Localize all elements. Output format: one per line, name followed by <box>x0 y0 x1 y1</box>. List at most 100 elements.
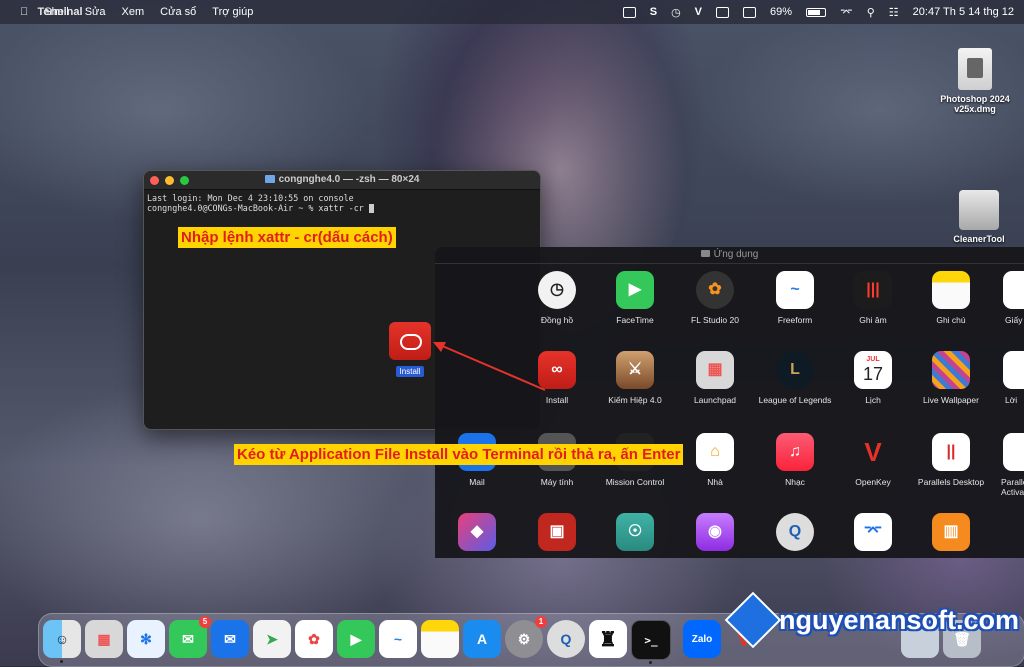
folder-icon <box>700 250 710 257</box>
app-label: Parallels Desktop <box>917 477 985 487</box>
gamepad-icon: ☉ <box>616 513 654 551</box>
fl-studio-icon: ✿ <box>696 271 734 309</box>
applications-folder-window[interactable]: Ứng dụng ◷ Đồng hồ ▶ FaceTime ✿ FL Studi… <box>435 247 1024 558</box>
app-label: Kiếm Hiệp 4.0 <box>608 395 662 405</box>
launchpad-icon[interactable]: ▦ <box>85 620 123 658</box>
app-install[interactable]: ∞ Install <box>517 351 597 405</box>
terminal-prompt-line: congnghe4.0@CONGs-MacBook-Air ~ % xattr … <box>147 203 537 213</box>
app-fl-studio[interactable]: ✿ FL Studio 20 <box>675 271 755 325</box>
parallels-icon: || <box>932 433 970 471</box>
books-icon: ▥ <box>932 513 970 551</box>
menu-app-terminal[interactable]: Terminal <box>12 0 108 24</box>
display-icon[interactable] <box>622 6 636 18</box>
folder-icon <box>264 175 275 184</box>
v-app-icon[interactable]: V <box>695 6 702 18</box>
app-label: Giấy <box>1005 315 1023 325</box>
settings-badge: 1 <box>535 616 547 628</box>
terminal-icon[interactable]: >_ <box>631 620 671 664</box>
app-label: Mail <box>469 477 485 487</box>
search-icon[interactable]: ⚲ <box>867 6 875 19</box>
watermark-text: nguyenansoft.com <box>779 604 1020 635</box>
menu-view[interactable]: Xem <box>114 0 153 24</box>
window-icon[interactable] <box>743 6 757 18</box>
notes-icon[interactable] <box>421 620 459 658</box>
battery-percent[interactable]: 69% <box>770 6 792 18</box>
terminal-titlebar[interactable]: congnghe4.0 — -zsh — 80×24 <box>144 171 540 190</box>
system-settings-icon[interactable]: ⚙ 1 <box>505 616 547 658</box>
app-label: Nhạc <box>785 477 805 487</box>
control-center-icon[interactable]: ☷ <box>889 6 899 19</box>
desktop-icon-label: Photoshop 2024 v25x.dmg <box>940 94 1010 114</box>
clock[interactable]: 20:47 Th 5 14 thg 12 <box>913 6 1014 18</box>
app-partial-2[interactable]: Lời <box>983 351 1024 405</box>
app-label: Live Wallpaper <box>923 395 979 405</box>
photos-icon[interactable]: ✿ <box>295 620 333 658</box>
quicktime-icon[interactable]: Q <box>547 620 585 658</box>
openkey-icon: V <box>864 437 882 467</box>
app-openkey[interactable]: V OpenKey <box>833 433 913 487</box>
app-launchpad[interactable]: ▦ Launchpad <box>675 351 755 405</box>
clock-history-icon[interactable]: ◷ <box>671 6 681 19</box>
mail-icon[interactable]: ✉ <box>211 620 249 658</box>
app-quicktime[interactable]: Q <box>755 513 835 557</box>
chess-icon[interactable]: ♜ <box>589 620 627 658</box>
finder-icon[interactable]: ☺ <box>43 620 81 663</box>
app-home[interactable]: ⌂ Nhà <box>675 433 755 487</box>
dragged-install-icon[interactable]: Install <box>387 322 433 379</box>
wifi-remote-icon: ⌤ <box>854 513 892 551</box>
battery-icon[interactable] <box>806 7 827 17</box>
app-clock[interactable]: ◷ Đồng hồ <box>517 271 597 325</box>
safari-icon[interactable]: ✻ <box>127 620 165 658</box>
desktop-icon-label: CleanerTool <box>953 234 1005 244</box>
app-league-of-legends[interactable]: L League of Legends <box>755 351 835 405</box>
app-shortcuts[interactable]: ◆ <box>437 513 517 557</box>
app-partial-1[interactable]: Giấy <box>983 271 1024 325</box>
text-cursor <box>368 204 374 213</box>
zalo-icon[interactable]: Zalo <box>683 620 721 658</box>
app-books[interactable]: ▥ <box>911 513 991 557</box>
desktop-icon-photoshop-dmg[interactable]: Photoshop 2024 v25x.dmg <box>932 48 1018 114</box>
app-partial-icon <box>1003 351 1024 389</box>
app-label: Đồng hồ <box>540 315 574 325</box>
desktop-icon-cleanertool[interactable]: CleanerTool <box>946 190 1012 244</box>
app-store-icon[interactable]: A <box>463 620 501 658</box>
maps-icon[interactable]: ➤ <box>253 620 291 658</box>
app-music[interactable]: ♫ Nhạc <box>755 433 835 487</box>
app-facetime[interactable]: ▶ FaceTime <box>595 271 675 325</box>
app-photo-booth[interactable]: ▣ <box>517 513 597 557</box>
terminal-output[interactable]: Last login: Mon Dec 4 23:10:55 on consol… <box>144 190 540 216</box>
app-notes[interactable]: Ghi chú <box>911 271 991 325</box>
freeform-icon: ~ <box>776 271 814 309</box>
app-label: Ghi âm <box>859 315 887 325</box>
menu-window[interactable]: Cửa sổ <box>152 0 204 24</box>
app-partial-3[interactable]: Paralle Activa <box>983 433 1024 497</box>
keyboard-icon[interactable] <box>716 6 730 18</box>
app-parallels-desktop[interactable]: || Parallels Desktop <box>911 433 991 487</box>
music-icon: ♫ <box>776 433 814 471</box>
creative-cloud-icon: ∞ <box>538 351 576 389</box>
app-label: Mission Control <box>605 477 665 487</box>
messages-icon[interactable]: ✉ 5 <box>169 616 211 658</box>
menu-help[interactable]: Trợ giúp <box>204 0 261 24</box>
shortcut-s-icon[interactable]: S <box>650 6 657 18</box>
facetime-icon[interactable]: ▶ <box>337 620 375 658</box>
freeform-icon[interactable]: ~ <box>379 620 417 658</box>
apps-folder-title: Ứng dụng <box>435 247 1024 264</box>
app-remote[interactable]: ⌤ <box>833 513 913 557</box>
app-podcasts[interactable]: ◉ <box>675 513 755 557</box>
app-freeform[interactable]: ~ Freeform <box>755 271 835 325</box>
app-calendar[interactable]: JUL 17 Lịch <box>833 351 913 405</box>
calendar-icon: JUL 17 <box>854 351 892 389</box>
app-live-wallpaper[interactable]: Live Wallpaper <box>911 351 991 405</box>
app-label: Install <box>545 395 569 405</box>
wifi-icon[interactable]: ⌤ <box>840 6 853 19</box>
install-label: Install <box>395 366 425 377</box>
app-label: Freeform <box>777 315 813 325</box>
app-label: FL Studio 20 <box>691 315 739 325</box>
app-voice-memos[interactable]: ||| Ghi âm <box>833 271 913 325</box>
instruction-callout-1: Nhập lệnh xattr - cr(dấu cách) <box>178 227 396 248</box>
running-indicator <box>60 660 63 663</box>
app-game-center[interactable]: ☉ <box>595 513 675 557</box>
facetime-icon: ▶ <box>616 271 654 309</box>
app-kiem-hiep[interactable]: ⚔ Kiếm Hiệp 4.0 <box>595 351 675 405</box>
